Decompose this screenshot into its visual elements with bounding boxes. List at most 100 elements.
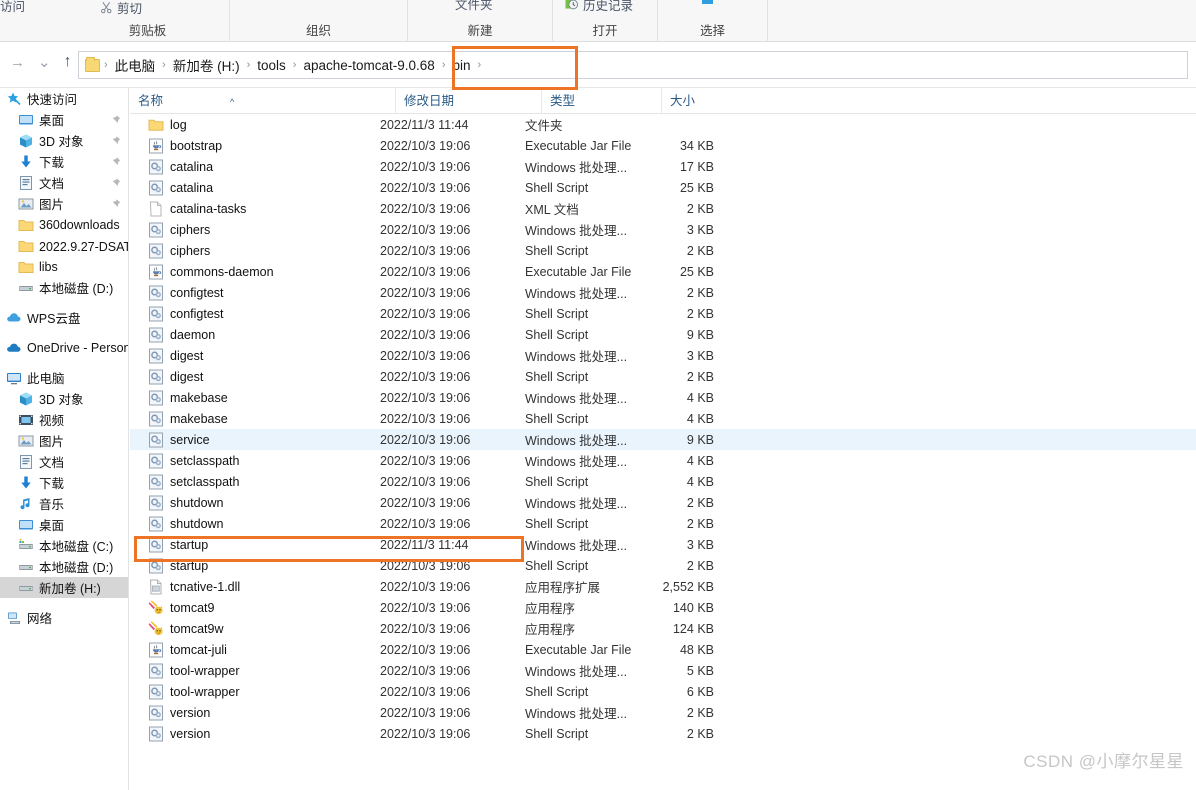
navigation-pane[interactable]: 快速访问 桌面 3D 对象 下载 文档 图片 360downloads 2022… (0, 88, 129, 790)
chevron-down-icon[interactable]: ⌄ (38, 55, 51, 70)
sidebar-item-dsat-folder[interactable]: 2022.9.27-DSAT开 (0, 235, 128, 256)
table-row[interactable]: catalina 2022/10/3 19:06 Shell Script 25 KB (130, 177, 1196, 198)
table-row[interactable]: shutdown 2022/10/3 19:06 Shell Script 2 KB (130, 513, 1196, 534)
file-name-cell[interactable]: tcnative-1.dll (130, 579, 380, 595)
sidebar-item-music[interactable]: 音乐 (0, 493, 128, 514)
file-name-cell[interactable]: shutdown (130, 495, 380, 511)
pin-icon[interactable] (111, 114, 121, 125)
file-name-cell[interactable]: catalina-tasks (130, 201, 380, 217)
pin-icon[interactable] (111, 177, 121, 188)
table-row[interactable]: ciphers 2022/10/3 19:06 Windows 批处理... 3 KB (130, 219, 1196, 240)
file-name-cell[interactable]: tomcat-juli (130, 642, 380, 658)
table-row[interactable]: digest 2022/10/3 19:06 Windows 批处理... 3 KB (130, 345, 1196, 366)
sidebar-item-onedrive[interactable]: OneDrive - Persona (0, 337, 128, 358)
file-name-cell[interactable]: digest (130, 369, 380, 385)
pin-icon[interactable] (111, 135, 121, 146)
sidebar-item-pictures-pc[interactable]: 图片 (0, 430, 128, 451)
sidebar-item-documents[interactable]: 文档 (0, 172, 128, 193)
sidebar-item-new-volume-h[interactable]: 新加卷 (H:) (0, 577, 128, 598)
column-header-name[interactable]: 名称 ^ (130, 88, 395, 114)
table-row[interactable]: shutdown 2022/10/3 19:06 Windows 批处理... 2 K… (130, 492, 1196, 513)
file-name-cell[interactable]: makebase (130, 411, 380, 427)
table-row[interactable]: catalina 2022/10/3 19:06 Windows 批处理... 17 … (130, 156, 1196, 177)
table-row[interactable]: bootstrap 2022/10/3 19:06 Executable Jar F… (130, 135, 1196, 156)
file-name-cell[interactable]: setclasspath (130, 474, 380, 490)
cut-button[interactable]: 剪切 (100, 0, 142, 17)
file-name-cell[interactable]: startup (130, 558, 380, 574)
table-row[interactable]: log 2022/11/3 11:44 文件夹 (130, 114, 1196, 135)
forward-arrow-icon[interactable]: → (10, 55, 25, 70)
up-arrow-icon[interactable]: ↑ (64, 54, 72, 70)
sidebar-item-downloads[interactable]: 下载 (0, 151, 128, 172)
file-name-cell[interactable]: setclasspath (130, 453, 380, 469)
table-row[interactable]: tomcat-juli 2022/10/3 19:06 Executable Jar… (130, 639, 1196, 660)
table-row[interactable]: tomcat9w 2022/10/3 19:06 应用程序 124 KB (130, 618, 1196, 639)
sidebar-item-local-disk-d-quick[interactable]: 本地磁盘 (D:) (0, 277, 128, 298)
file-name-cell[interactable]: configtest (130, 306, 380, 322)
table-row[interactable]: configtest 2022/10/3 19:06 Windows 批处理... 2… (130, 282, 1196, 303)
table-row[interactable]: ciphers 2022/10/3 19:06 Shell Script 2 KB (130, 240, 1196, 261)
table-row[interactable]: version 2022/10/3 19:06 Windows 批处理... 2 KB (130, 702, 1196, 723)
file-name-cell[interactable]: ciphers (130, 243, 380, 259)
breadcrumb-item-bin[interactable]: bin (447, 58, 475, 73)
column-header-type[interactable]: 类型 (541, 88, 661, 114)
table-row[interactable]: tomcat9 2022/10/3 19:06 应用程序 140 KB (130, 597, 1196, 618)
breadcrumb-item-volume-h[interactable]: 新加卷 (H:) (168, 55, 245, 75)
column-header-size[interactable]: 大小 (661, 88, 746, 114)
sidebar-item-pictures[interactable]: 图片 (0, 193, 128, 214)
sidebar-item-this-pc[interactable]: 此电脑 (0, 367, 128, 388)
pin-icon[interactable] (111, 156, 121, 167)
file-name-cell[interactable]: tomcat9w (130, 620, 380, 637)
sidebar-item-3d-objects[interactable]: 3D 对象 (0, 130, 128, 151)
sidebar-item-local-disk-c[interactable]: 本地磁盘 (C:) (0, 535, 128, 556)
history-button[interactable]: 历史记录 (565, 0, 633, 14)
table-row[interactable]: makebase 2022/10/3 19:06 Shell Script 4 KB (130, 408, 1196, 429)
file-name-cell[interactable]: catalina (130, 180, 380, 196)
file-name-cell[interactable]: startup (130, 537, 380, 553)
table-row[interactable]: startup 2022/10/3 19:06 Shell Script 2 KB (130, 555, 1196, 576)
file-name-cell[interactable]: log (130, 117, 380, 133)
table-row[interactable]: commons-daemon 2022/10/3 19:06 Executable … (130, 261, 1196, 282)
file-name-cell[interactable]: makebase (130, 390, 380, 406)
table-row[interactable]: makebase 2022/10/3 19:06 Windows 批处理... 4 K… (130, 387, 1196, 408)
file-name-cell[interactable]: tool-wrapper (130, 684, 380, 700)
table-row[interactable]: setclasspath 2022/10/3 19:06 Windows 批处理..… (130, 450, 1196, 471)
table-row[interactable]: catalina-tasks 2022/10/3 19:06 XML 文档 2 KB (130, 198, 1196, 219)
sidebar-item-wps-cloud[interactable]: WPS云盘 (0, 307, 128, 328)
breadcrumb-item-apache-tomcat[interactable]: apache-tomcat-9.0.68 (298, 58, 439, 73)
file-name-cell[interactable]: bootstrap (130, 138, 380, 154)
table-row[interactable]: digest 2022/10/3 19:06 Shell Script 2 KB (130, 366, 1196, 387)
file-name-cell[interactable]: digest (130, 348, 380, 364)
select-all-button[interactable] (702, 0, 713, 4)
sidebar-item-libs[interactable]: libs (0, 256, 128, 277)
sidebar-item-local-disk-d[interactable]: 本地磁盘 (D:) (0, 556, 128, 577)
file-name-cell[interactable]: ciphers (130, 222, 380, 238)
table-row[interactable]: tool-wrapper 2022/10/3 19:06 Shell Script 6… (130, 681, 1196, 702)
sidebar-item-360downloads[interactable]: 360downloads (0, 214, 128, 235)
sidebar-item-downloads-pc[interactable]: 下载 (0, 472, 128, 493)
sidebar-item-documents-pc[interactable]: 文档 (0, 451, 128, 472)
pin-icon[interactable] (111, 198, 121, 209)
file-name-cell[interactable]: service (130, 432, 380, 448)
column-header-date[interactable]: 修改日期 (395, 88, 541, 114)
table-row[interactable]: startup 2022/11/3 11:44 Windows 批处理... 3 KB (130, 534, 1196, 555)
sidebar-item-3d-objects-pc[interactable]: 3D 对象 (0, 388, 128, 409)
new-folder-button[interactable]: 文件夹 (451, 0, 493, 13)
breadcrumb-item-this-pc[interactable]: 此电脑 (110, 55, 161, 75)
sidebar-item-quick-access[interactable]: 快速访问 (0, 88, 128, 109)
table-row[interactable]: tool-wrapper 2022/10/3 19:06 Windows 批处理..… (130, 660, 1196, 681)
file-name-cell[interactable]: configtest (130, 285, 380, 301)
file-name-cell[interactable]: tool-wrapper (130, 663, 380, 679)
breadcrumb[interactable]: › 此电脑 › 新加卷 (H:) › tools › apache-tomcat… (78, 51, 1188, 79)
table-row[interactable]: configtest 2022/10/3 19:06 Shell Script 2 K… (130, 303, 1196, 324)
sidebar-item-network[interactable]: 网络 (0, 607, 128, 628)
breadcrumb-item-tools[interactable]: tools (252, 58, 291, 73)
table-row[interactable]: setclasspath 2022/10/3 19:06 Shell Script 4… (130, 471, 1196, 492)
file-name-cell[interactable]: commons-daemon (130, 264, 380, 280)
table-row[interactable]: service 2022/10/3 19:06 Windows 批处理... 9 KB (130, 429, 1196, 450)
file-name-cell[interactable]: daemon (130, 327, 380, 343)
file-name-cell[interactable]: tomcat9 (130, 599, 380, 616)
table-row[interactable]: tcnative-1.dll 2022/10/3 19:06 应用程序扩展 2,552… (130, 576, 1196, 597)
table-row[interactable]: daemon 2022/10/3 19:06 Shell Script 9 KB (130, 324, 1196, 345)
table-row[interactable]: version 2022/10/3 19:06 Shell Script 2 KB (130, 723, 1196, 744)
